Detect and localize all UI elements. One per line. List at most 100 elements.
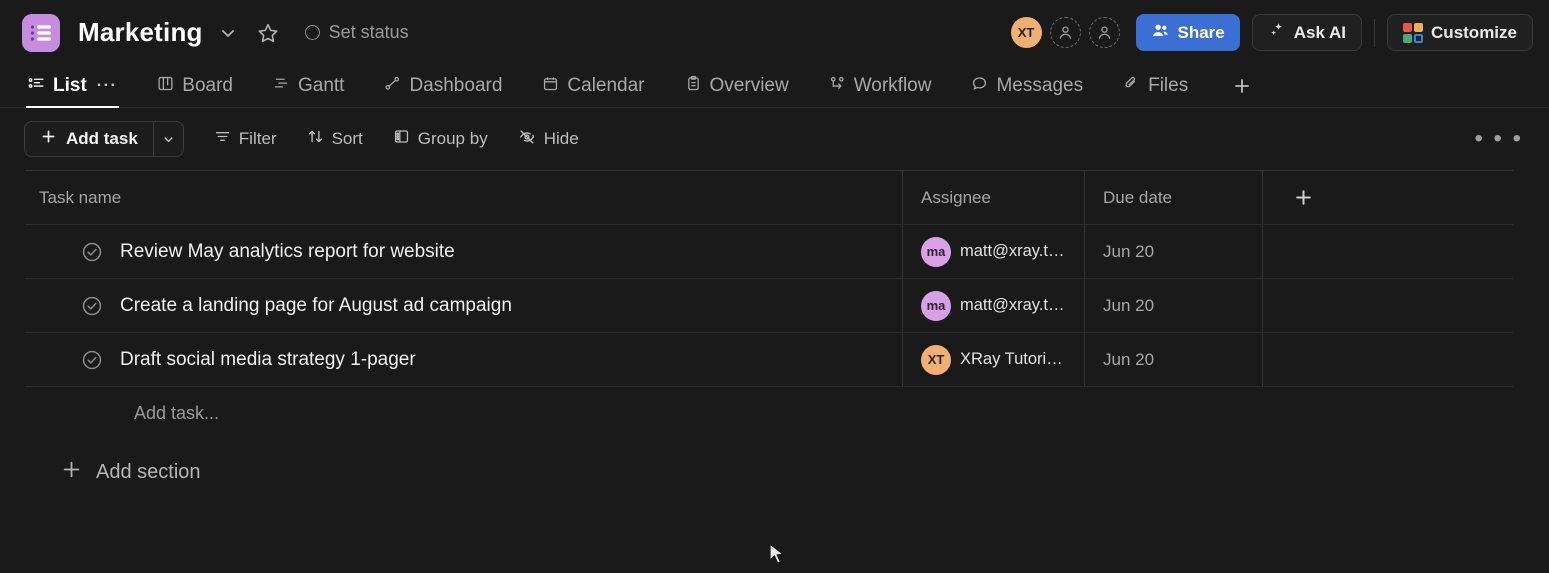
check-circle-icon[interactable]: [81, 295, 103, 317]
mouse-cursor: [769, 543, 786, 572]
add-task-group: Add task: [24, 121, 184, 157]
due-date-label: Jun 20: [1103, 295, 1155, 315]
workflow-icon: [829, 75, 846, 98]
dashboard-icon: [384, 75, 401, 98]
add-task-button[interactable]: Add task: [25, 122, 153, 156]
invite-member-avatar-2[interactable]: [1088, 17, 1120, 48]
avatar[interactable]: XT: [1010, 17, 1042, 48]
group-by-button[interactable]: Group by: [393, 128, 488, 150]
due-date-cell[interactable]: Jun 20: [1084, 225, 1262, 278]
calendar-icon: [542, 75, 559, 98]
row-extra-cell[interactable]: [1262, 279, 1513, 332]
assignee-cell[interactable]: ma matt@xray.t…: [902, 279, 1084, 332]
add-task-label: Add task: [66, 129, 138, 148]
tab-list-label: List: [53, 75, 87, 96]
list-icon: [28, 75, 45, 98]
group-by-label: Group by: [417, 129, 488, 148]
tab-files-label: Files: [1148, 75, 1189, 96]
sort-arrows-icon: [307, 128, 324, 150]
tab-workflow[interactable]: Workflow: [827, 65, 948, 107]
filter-icon: [214, 128, 231, 150]
column-due-date-label: Due date: [1103, 187, 1172, 207]
assignee-name-label: matt@xray.t…: [960, 296, 1065, 314]
assignee-cell[interactable]: XT XRay Tutori…: [902, 333, 1084, 386]
list-toolbar: Add task Filter Sort Group by Hide • • •: [0, 108, 1549, 170]
customize-label: Customize: [1431, 22, 1517, 42]
task-name-cell[interactable]: Create a landing page for August ad camp…: [25, 279, 902, 332]
table-row[interactable]: Draft social media strategy 1-pager XT X…: [25, 333, 1513, 387]
tab-overview[interactable]: Overview: [683, 65, 805, 107]
tab-messages[interactable]: Messages: [969, 65, 1099, 107]
column-due-date[interactable]: Due date: [1084, 171, 1262, 224]
column-assignee[interactable]: Assignee: [902, 171, 1084, 224]
add-task-inline-button[interactable]: Add task...: [25, 387, 1513, 439]
tab-list-options[interactable]: ···: [97, 77, 117, 95]
assignee-name-label: matt@xray.t…: [960, 242, 1065, 260]
sort-label: Sort: [331, 129, 363, 148]
tab-gantt[interactable]: Gantt: [271, 65, 360, 107]
due-date-cell[interactable]: Jun 20: [1084, 279, 1262, 332]
header-divider: [1374, 18, 1376, 47]
tab-files[interactable]: Files: [1121, 65, 1204, 107]
chevron-down-icon[interactable]: [213, 18, 243, 48]
eye-off-icon: [518, 128, 536, 151]
clipboard-icon: [685, 75, 702, 98]
sort-button[interactable]: Sort: [307, 128, 363, 150]
avatar: XT: [921, 344, 951, 375]
filter-label: Filter: [238, 129, 277, 148]
sparkles-icon: [1268, 21, 1286, 44]
chat-icon: [971, 75, 988, 98]
tab-board[interactable]: Board: [155, 65, 249, 107]
filter-button[interactable]: Filter: [214, 128, 277, 150]
tab-board-label: Board: [182, 75, 233, 96]
ask-ai-label: Ask AI: [1293, 22, 1347, 42]
color-blocks-icon: [1403, 22, 1424, 43]
assignee-cell[interactable]: ma matt@xray.t…: [902, 225, 1084, 278]
task-name-label: Draft social media strategy 1-pager: [120, 348, 416, 370]
tab-dashboard[interactable]: Dashboard: [382, 65, 518, 107]
ask-ai-button[interactable]: Ask AI: [1251, 14, 1363, 51]
plus-icon: [40, 128, 57, 150]
row-extra-cell[interactable]: [1262, 333, 1513, 386]
add-column-button[interactable]: [1293, 187, 1314, 208]
task-name-cell[interactable]: Review May analytics report for website: [25, 225, 902, 278]
gantt-icon: [273, 75, 290, 98]
list-app-icon[interactable]: [22, 13, 60, 52]
tab-calendar-label: Calendar: [567, 75, 645, 96]
column-assignee-label: Assignee: [921, 187, 991, 207]
set-status-label: Set status: [328, 22, 409, 42]
page-title: Marketing: [78, 17, 203, 47]
tab-gantt-label: Gantt: [297, 75, 345, 96]
task-name-cell[interactable]: Draft social media strategy 1-pager: [25, 333, 902, 386]
add-task-dropdown-button[interactable]: [152, 122, 183, 156]
app-header: Marketing Set status XT Share Ask AI Cus…: [0, 0, 1549, 65]
check-circle-icon[interactable]: [81, 241, 103, 263]
hide-button[interactable]: Hide: [518, 128, 579, 151]
people-icon: [1151, 21, 1170, 45]
due-date-cell[interactable]: Jun 20: [1084, 333, 1262, 386]
add-column-cell: [1262, 171, 1513, 224]
avatar: ma: [921, 290, 951, 321]
row-extra-cell[interactable]: [1262, 225, 1513, 278]
column-task-name[interactable]: Task name: [25, 171, 902, 224]
hide-label: Hide: [543, 129, 579, 148]
check-circle-icon[interactable]: [81, 349, 103, 371]
table-row[interactable]: Review May analytics report for website …: [25, 225, 1513, 279]
set-status-button[interactable]: Set status: [304, 22, 409, 43]
tab-list[interactable]: List ···: [26, 65, 133, 108]
share-button[interactable]: Share: [1135, 14, 1240, 51]
board-icon: [157, 75, 174, 98]
invite-member-avatar-1[interactable]: [1049, 17, 1081, 48]
add-section-label: Add section: [96, 461, 201, 483]
share-label: Share: [1177, 22, 1225, 42]
tab-overview-label: Overview: [709, 75, 789, 96]
avatar: ma: [921, 236, 951, 267]
tab-calendar[interactable]: Calendar: [540, 65, 660, 107]
table-row[interactable]: Create a landing page for August ad camp…: [25, 279, 1513, 333]
star-icon[interactable]: [253, 18, 283, 48]
toolbar-overflow-button[interactable]: • • •: [1466, 127, 1531, 151]
add-section-button[interactable]: Add section: [61, 459, 1513, 486]
customize-button[interactable]: Customize: [1387, 14, 1533, 51]
add-view-button[interactable]: [1226, 65, 1258, 107]
column-task-name-label: Task name: [39, 187, 122, 207]
